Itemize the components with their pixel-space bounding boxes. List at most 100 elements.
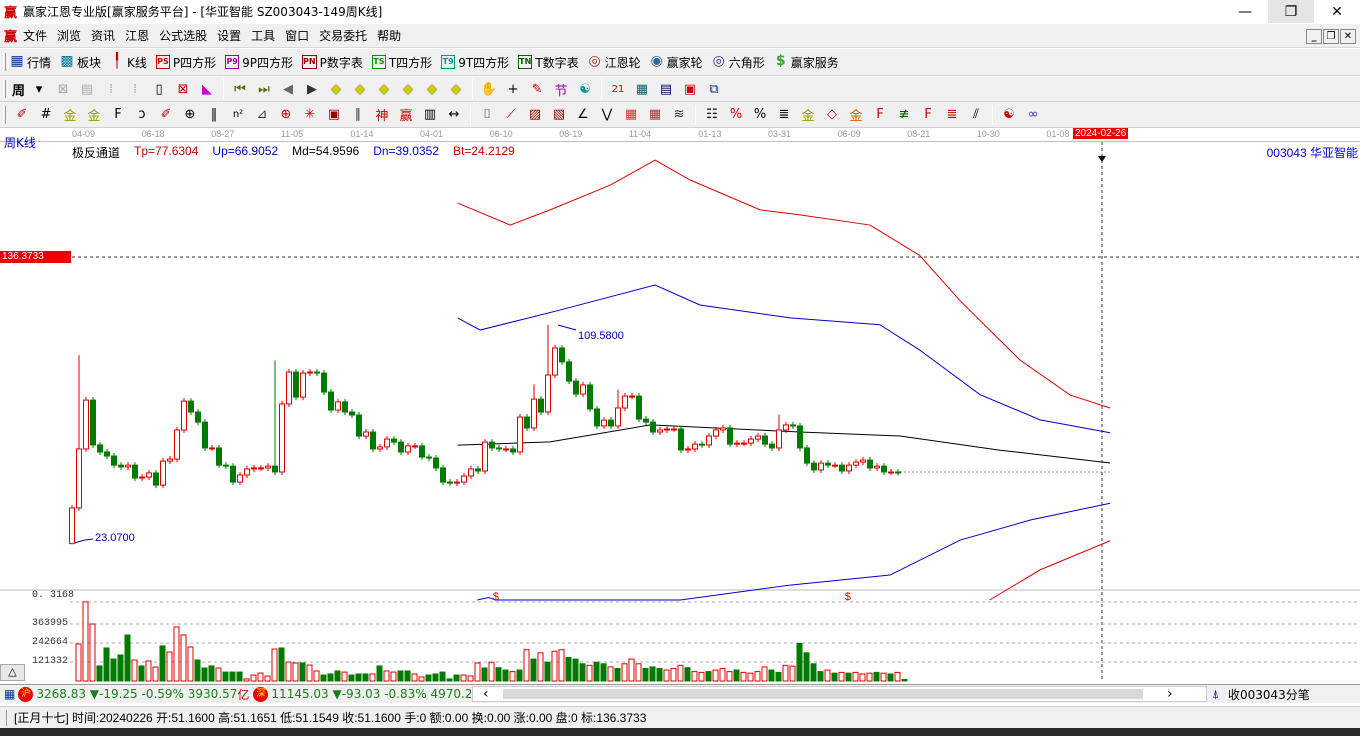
red-lines-icon[interactable]: ≣	[942, 105, 962, 125]
angle-icon[interactable]: ∠	[573, 105, 593, 125]
pen-icon[interactable]: ✎	[527, 79, 547, 99]
toolbar-button-ps[interactable]: PS P四方形	[155, 54, 216, 71]
draw-pen-icon[interactable]: ✐	[12, 105, 32, 125]
fan-icon[interactable]: ⊿	[252, 105, 272, 125]
hash-icon[interactable]: #	[36, 105, 56, 125]
festival-icon[interactable]: 节	[551, 79, 571, 99]
period-dropdown-icon[interactable]: ▾	[29, 79, 49, 99]
compress-icon[interactable]: ◆	[398, 79, 418, 99]
first-icon[interactable]: ⏮	[230, 79, 250, 99]
menu-item-6[interactable]: 工具	[251, 27, 275, 44]
gann-fan-icon[interactable]: ⟋	[501, 105, 521, 125]
close-button[interactable]: ✕	[1314, 0, 1360, 23]
formula-icon[interactable]: ⊠	[53, 79, 73, 99]
measure-icon[interactable]: ↔	[444, 105, 464, 125]
grid-dark-icon[interactable]: ▦	[645, 105, 665, 125]
toolbar-button-hexagon[interactable]: ◎ 六角形	[712, 54, 765, 71]
toolbar-button-winner-wheel[interactable]: ◉ 赢家轮	[650, 54, 703, 71]
expand-icon[interactable]: ◆	[374, 79, 394, 99]
menu-item-8[interactable]: 交易委托	[319, 27, 367, 44]
mdi-minimize-button[interactable]: _	[1306, 29, 1322, 44]
notes-icon[interactable]: ▤	[77, 79, 97, 99]
gold-level-icon[interactable]: 金	[798, 105, 818, 125]
menu-item-4[interactable]: 公式选股	[159, 27, 207, 44]
candle-type-icon[interactable]: ▯	[149, 79, 169, 99]
levels-icon[interactable]: ≣	[774, 105, 794, 125]
square-n-icon[interactable]: n²	[228, 105, 248, 125]
infinity-icon[interactable]: ∞	[1023, 105, 1043, 125]
toolbar-grip[interactable]	[3, 53, 6, 71]
left-icon[interactable]: ◀	[278, 79, 298, 99]
zigzag-icon[interactable]: ⋁	[597, 105, 617, 125]
bars-3-icon[interactable]: ⁞	[101, 79, 121, 99]
toolbar-button-sector[interactable]: ▩ 板块	[60, 54, 101, 71]
taiji-icon[interactable]: ☯	[999, 105, 1019, 125]
gold-1-icon[interactable]: 金	[60, 105, 80, 125]
minimize-button[interactable]: —	[1222, 0, 1268, 23]
menu-item-9[interactable]: 帮助	[377, 27, 401, 44]
gann-square-icon[interactable]: ▧	[549, 105, 569, 125]
grid-red-icon[interactable]: ▦	[621, 105, 641, 125]
document-icon[interactable]: ▤	[656, 79, 676, 99]
restore-button[interactable]: ❐	[1268, 0, 1314, 23]
fan-lines-icon[interactable]: ⫽	[966, 105, 986, 125]
save-icon[interactable]: ▣	[680, 79, 700, 99]
toolbar-grip[interactable]	[3, 80, 6, 98]
color-flag-icon[interactable]: ◣	[197, 79, 217, 99]
period-selector[interactable]: 周	[12, 80, 25, 99]
zoom-box-icon[interactable]: ⊠	[173, 79, 193, 99]
fib-icon[interactable]: F	[108, 105, 128, 125]
hand-icon[interactable]: ✋	[479, 79, 499, 99]
toolbar-grip[interactable]	[3, 105, 6, 124]
scroll-right-button[interactable]: ›	[1167, 686, 1173, 702]
mdi-restore-button[interactable]: ❐	[1323, 29, 1339, 44]
ruler-icon[interactable]: ▥	[420, 105, 440, 125]
time-f2-icon[interactable]: F	[918, 105, 938, 125]
menu-item-2[interactable]: 资讯	[91, 27, 115, 44]
network-icon[interactable]: ⧉	[704, 79, 724, 99]
gann-box-icon[interactable]: ▨	[525, 105, 545, 125]
menu-item-1[interactable]: 浏览	[57, 27, 81, 44]
menu-item-0[interactable]: 文件	[23, 27, 47, 44]
calc-icon[interactable]: ☯	[575, 79, 595, 99]
ticker-scrollbar[interactable]: ‹ ›	[472, 686, 1207, 702]
pen-axis-icon[interactable]: ✐	[156, 105, 176, 125]
toolbar-button-dollar[interactable]: $ 赢家服务	[774, 54, 839, 71]
nav-right-icon[interactable]: ◆	[350, 79, 370, 99]
zoom-out-icon[interactable]: ◆	[446, 79, 466, 99]
toolbar-button-t9[interactable]: T9 9T四方形	[441, 54, 509, 71]
crosshair-icon[interactable]: +	[503, 79, 523, 99]
tick-detail-link[interactable]: 收003043分笔	[1228, 686, 1310, 703]
toolbar-button-quotes[interactable]: ▦ 行情	[10, 54, 51, 71]
shanghai-index-text[interactable]: 3268.83 ▼-19.25 -0.59% 3930.57	[36, 687, 237, 701]
menu-item-3[interactable]: 江恩	[125, 27, 149, 44]
right-icon[interactable]: ▶	[302, 79, 322, 99]
scroll-left-button[interactable]: ‹	[483, 686, 489, 702]
gold-2-icon[interactable]: 金	[84, 105, 104, 125]
percent-tool-icon[interactable]: %	[726, 105, 746, 125]
bars-9-icon[interactable]: ⁞	[125, 79, 145, 99]
zoom-in-icon[interactable]: ◆	[422, 79, 442, 99]
toolbar-button-p9[interactable]: P9 9P四方形	[225, 54, 293, 71]
index-table-icon[interactable]: ▦	[4, 687, 15, 701]
percent-icon[interactable]: %	[750, 105, 770, 125]
time-f-icon[interactable]: F	[870, 105, 890, 125]
shenzhen-index-text[interactable]: 11145.03 ▼-93.03 -0.83% 4970.20	[271, 687, 471, 701]
calendar-icon[interactable]: 21	[608, 79, 628, 99]
cycle-icon[interactable]: ◇	[822, 105, 842, 125]
toolbar-button-ts[interactable]: TS T四方形	[371, 54, 432, 71]
scrollbar-thumb[interactable]	[503, 689, 1143, 699]
table-icon[interactable]: ☷	[702, 105, 722, 125]
target-icon[interactable]: ⊕	[276, 105, 296, 125]
win-icon[interactable]: 赢	[396, 105, 416, 125]
menu-item-5[interactable]: 设置	[217, 27, 241, 44]
parallel-lines-icon[interactable]: ≋	[669, 105, 689, 125]
god-icon[interactable]: 神	[372, 105, 392, 125]
box-icon[interactable]: ▣	[324, 105, 344, 125]
green-lines-icon[interactable]: ≢	[894, 105, 914, 125]
parallel-icon[interactable]: ∥	[348, 105, 368, 125]
star-icon[interactable]: ✳	[300, 105, 320, 125]
menu-item-7[interactable]: 窗口	[285, 27, 309, 44]
toolbar-button-gann-wheel[interactable]: ◎ 江恩轮	[588, 54, 641, 71]
grid-lines-icon[interactable]: ‖	[204, 105, 224, 125]
